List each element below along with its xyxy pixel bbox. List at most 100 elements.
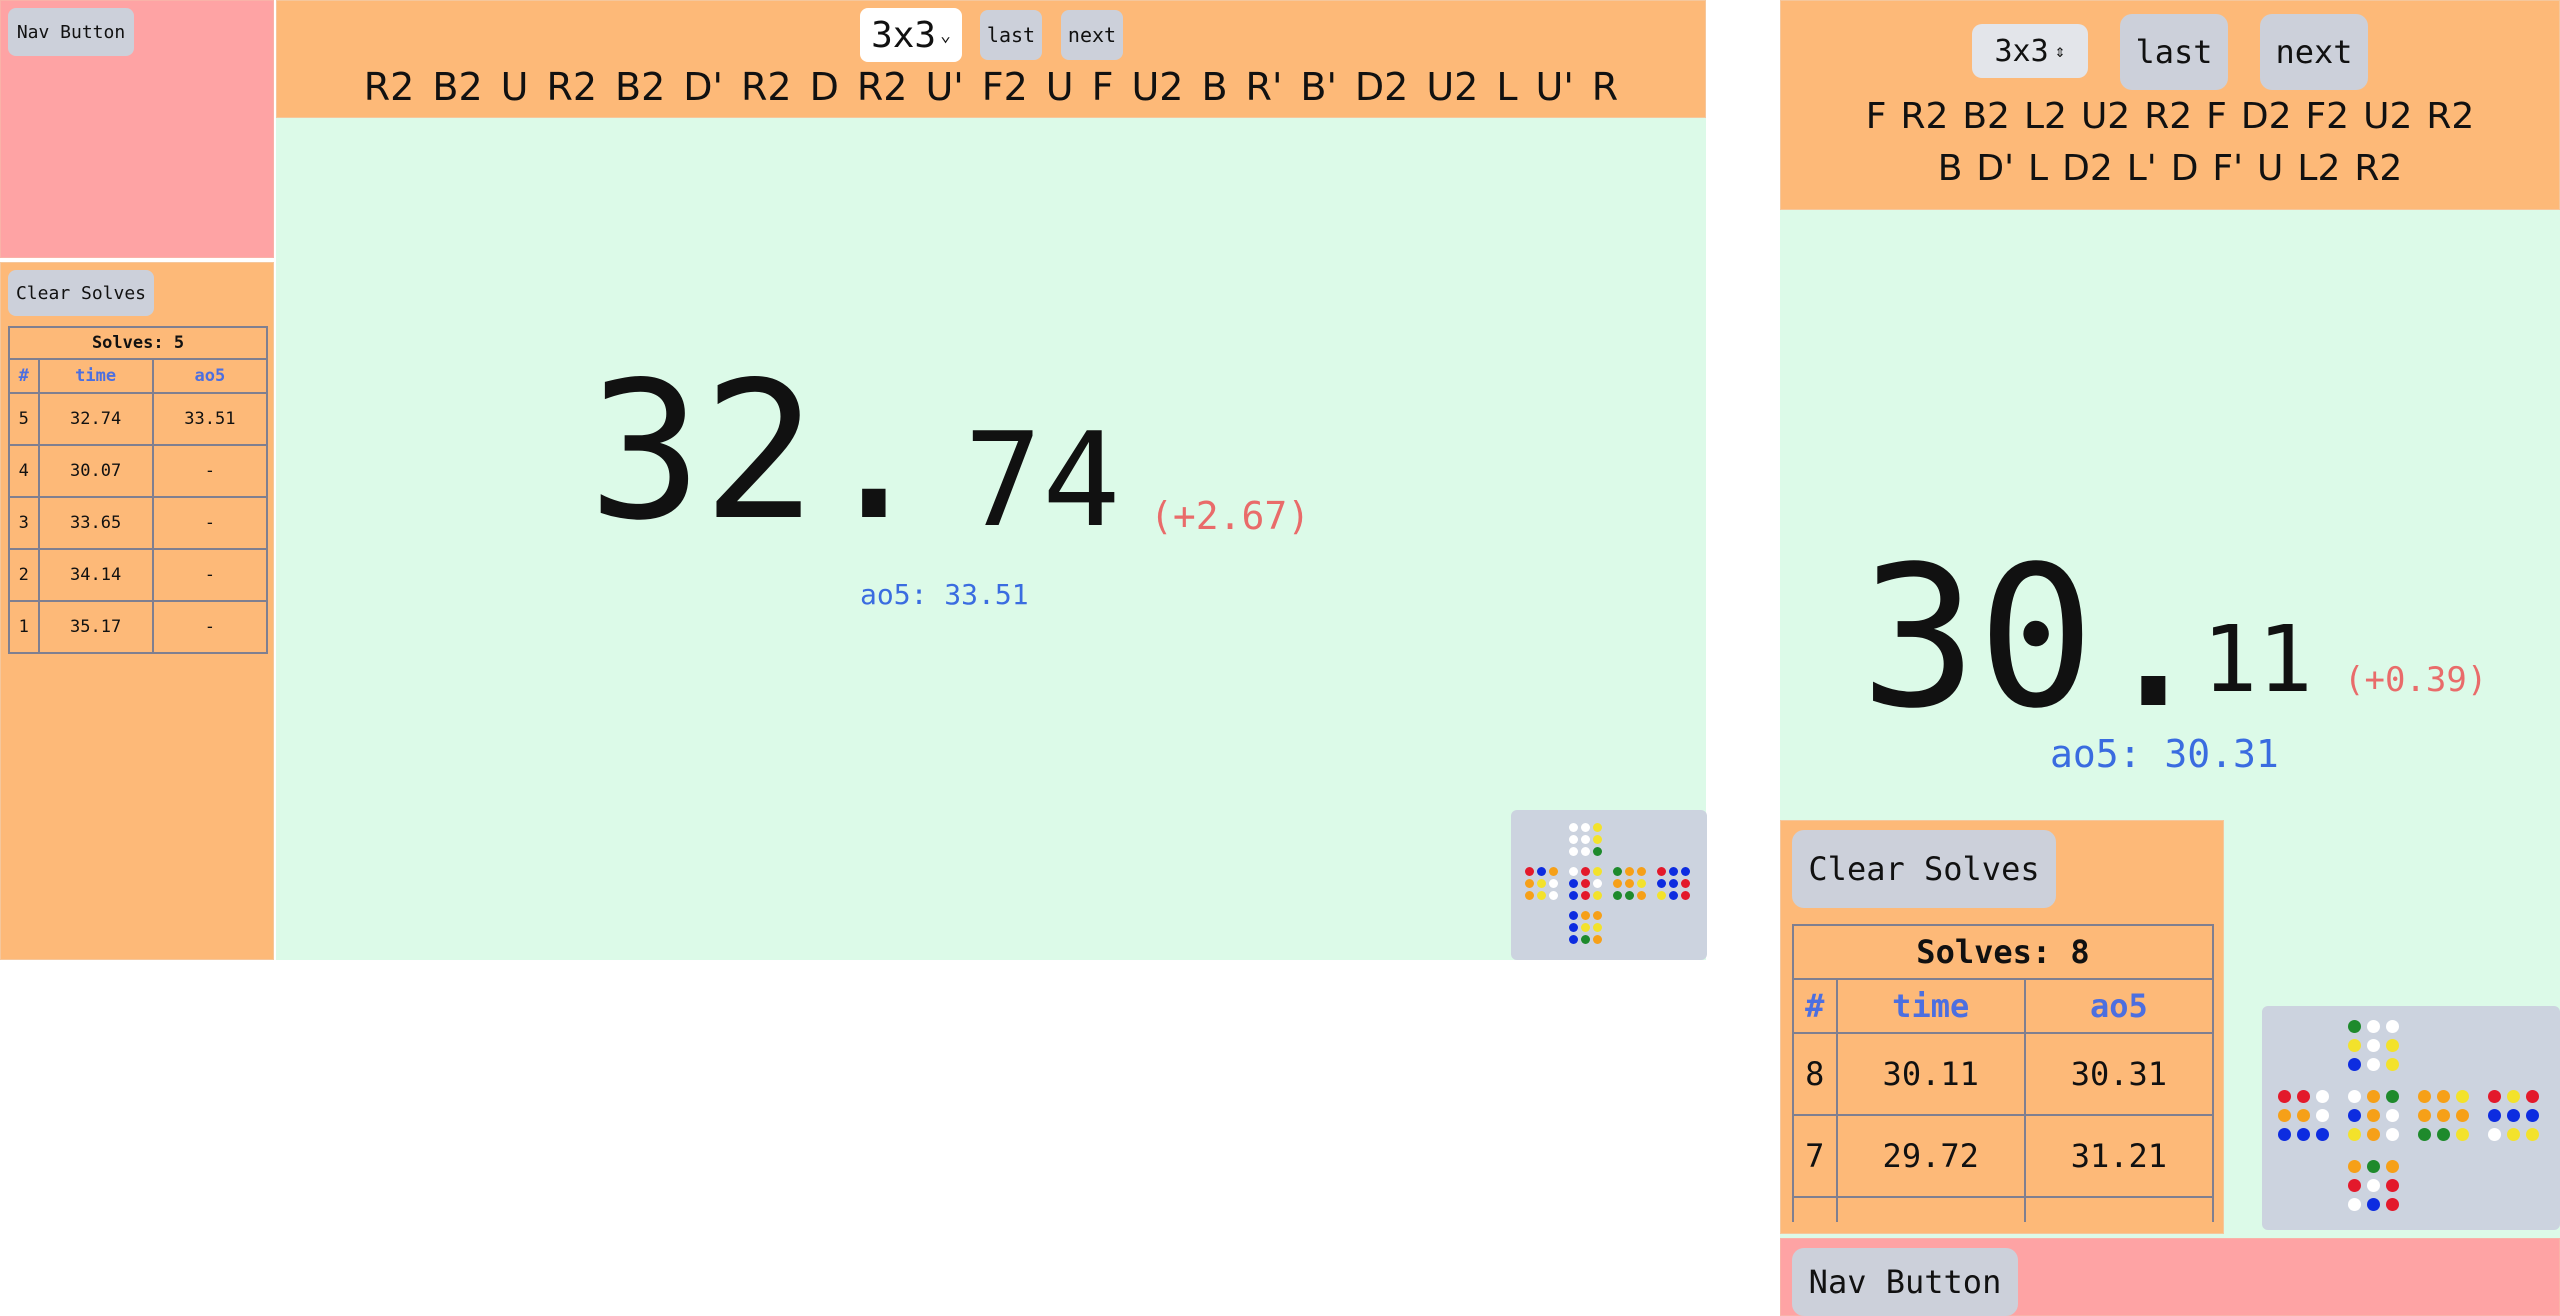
table-row[interactable]: 2 34.14 -	[8, 548, 269, 602]
scramble-move: R2	[2144, 96, 2193, 137]
scramble-move: U'	[925, 65, 964, 109]
cube-sticker	[1625, 891, 1634, 900]
scramble-move: L	[2028, 148, 2049, 189]
cube-sticker	[2297, 1090, 2310, 1103]
cube-sticker	[2367, 1198, 2380, 1211]
right-timer-decimal: 11	[2202, 606, 2313, 713]
scramble-move: R2	[363, 65, 415, 109]
cube-sticker	[1593, 847, 1602, 856]
scramble-move: R'	[1245, 65, 1283, 109]
row-number: 2	[8, 548, 40, 602]
right-next-button[interactable]: next	[2260, 14, 2368, 90]
cube-sticker	[2278, 1090, 2291, 1103]
right-scramble-line-2: B D' L D2 L' D F' U L2 R2	[1780, 144, 2560, 196]
right-nav-button[interactable]: Nav Button	[1792, 1248, 2018, 1316]
scramble-move: F	[1865, 96, 1887, 137]
right-clear-solves-button[interactable]: Clear Solves	[1792, 830, 2056, 908]
row-time: 35.17	[37, 600, 154, 654]
left-timer-decimal: 74	[964, 404, 1121, 556]
cube-sticker	[2386, 1109, 2399, 1122]
cube-sticker	[2507, 1128, 2520, 1141]
table-row[interactable]: 7 29.72 31.21	[1792, 1114, 2215, 1198]
cube-sticker	[1537, 867, 1546, 876]
right-puzzle-select[interactable]: 3x3 ⇕	[1972, 24, 2088, 78]
scramble-move: U	[1045, 65, 1074, 109]
scramble-move: B2	[1962, 96, 2010, 137]
cube-sticker	[1569, 911, 1578, 920]
scramble-move: R2	[546, 65, 598, 109]
cube-sticker	[1537, 879, 1546, 888]
cube-sticker	[1637, 879, 1646, 888]
cube-sticker	[2367, 1020, 2380, 1033]
cube-sticker	[2278, 1128, 2291, 1141]
cube-sticker	[2348, 1039, 2361, 1052]
scramble-move: F	[1091, 65, 1114, 109]
cube-sticker	[1669, 891, 1678, 900]
cube-sticker	[2386, 1179, 2399, 1192]
cube-sticker	[1637, 867, 1646, 876]
cube-sticker	[1657, 879, 1666, 888]
left-next-button[interactable]: next	[1061, 10, 1123, 60]
table-row[interactable]: 3 33.65 -	[8, 496, 269, 550]
scramble-move: R2	[741, 65, 792, 109]
row-number: 3	[8, 496, 40, 550]
left-solves-table: Solves: 5 # time ao5 5 32.74 33.51 4 30.…	[8, 326, 269, 654]
cube-sticker	[1681, 891, 1690, 900]
scramble-move: R	[1591, 65, 1619, 109]
scramble-move: U2	[2363, 96, 2413, 137]
cube-sticker	[2348, 1020, 2361, 1033]
cube-sticker	[2526, 1090, 2539, 1103]
table-row[interactable]	[1792, 1196, 2215, 1222]
cube-sticker	[2488, 1109, 2501, 1122]
cube-sticker	[1581, 823, 1590, 832]
cube-sticker	[2316, 1109, 2329, 1122]
table-row[interactable]: 1 35.17 -	[8, 600, 269, 654]
right-cube-net	[2262, 1006, 2560, 1230]
left-puzzle-select[interactable]: 3x3 ⌄	[860, 8, 962, 62]
cube-sticker	[2367, 1039, 2380, 1052]
cube-sticker	[1593, 911, 1602, 920]
cube-sticker	[1581, 879, 1590, 888]
cube-sticker	[1593, 923, 1602, 932]
table-row[interactable]: 5 32.74 33.51	[8, 392, 269, 446]
cube-sticker	[1581, 835, 1590, 844]
row-ao5: -	[151, 444, 269, 498]
table-row[interactable]: 4 30.07 -	[8, 444, 269, 498]
row-time: 29.72	[1835, 1114, 2026, 1198]
row-number: 4	[8, 444, 40, 498]
row-time: 34.14	[37, 548, 154, 602]
left-scramble: R2 B2 U R2 B2 D' R2 D R2 U' F2 U F U2 B R' B' D2 U2 L U' R	[276, 64, 1706, 114]
right-ao5-label: ao5: 30.31	[2050, 732, 2279, 776]
cube-sticker	[1581, 891, 1590, 900]
scramble-move: U	[2257, 148, 2284, 189]
cube-sticker	[1525, 879, 1534, 888]
table-row[interactable]: 8 30.11 30.31	[1792, 1032, 2215, 1116]
left-clear-solves-button[interactable]: Clear Solves	[8, 270, 154, 316]
row-number: 5	[8, 392, 40, 446]
cube-sticker	[2418, 1128, 2431, 1141]
cube-sticker	[2456, 1128, 2469, 1141]
scramble-move: R2	[856, 65, 908, 109]
row-time: 32.74	[37, 392, 154, 446]
cube-sticker	[1569, 823, 1578, 832]
col-time: time	[37, 358, 154, 394]
scramble-move: U'	[1535, 65, 1574, 109]
right-last-button[interactable]: last	[2120, 14, 2228, 90]
cube-sticker	[2297, 1109, 2310, 1122]
row-number	[1792, 1196, 1838, 1222]
cube-sticker	[1549, 891, 1558, 900]
cube-sticker	[1593, 891, 1602, 900]
scramble-move: L2	[2297, 148, 2341, 189]
row-time: 30.11	[1835, 1032, 2026, 1116]
left-last-button[interactable]: last	[980, 10, 1042, 60]
row-time: 30.07	[37, 444, 154, 498]
cube-sticker	[1581, 935, 1590, 944]
cube-sticker	[2488, 1090, 2501, 1103]
cube-sticker	[2526, 1128, 2539, 1141]
right-timer-whole: 30.	[1860, 524, 2213, 751]
chevron-updown-icon: ⇕	[2054, 40, 2066, 62]
left-nav-button[interactable]: Nav Button	[8, 8, 134, 56]
cube-sticker	[1569, 879, 1578, 888]
cube-sticker	[2456, 1090, 2469, 1103]
left-timer-delta: (+2.67)	[1150, 494, 1311, 538]
